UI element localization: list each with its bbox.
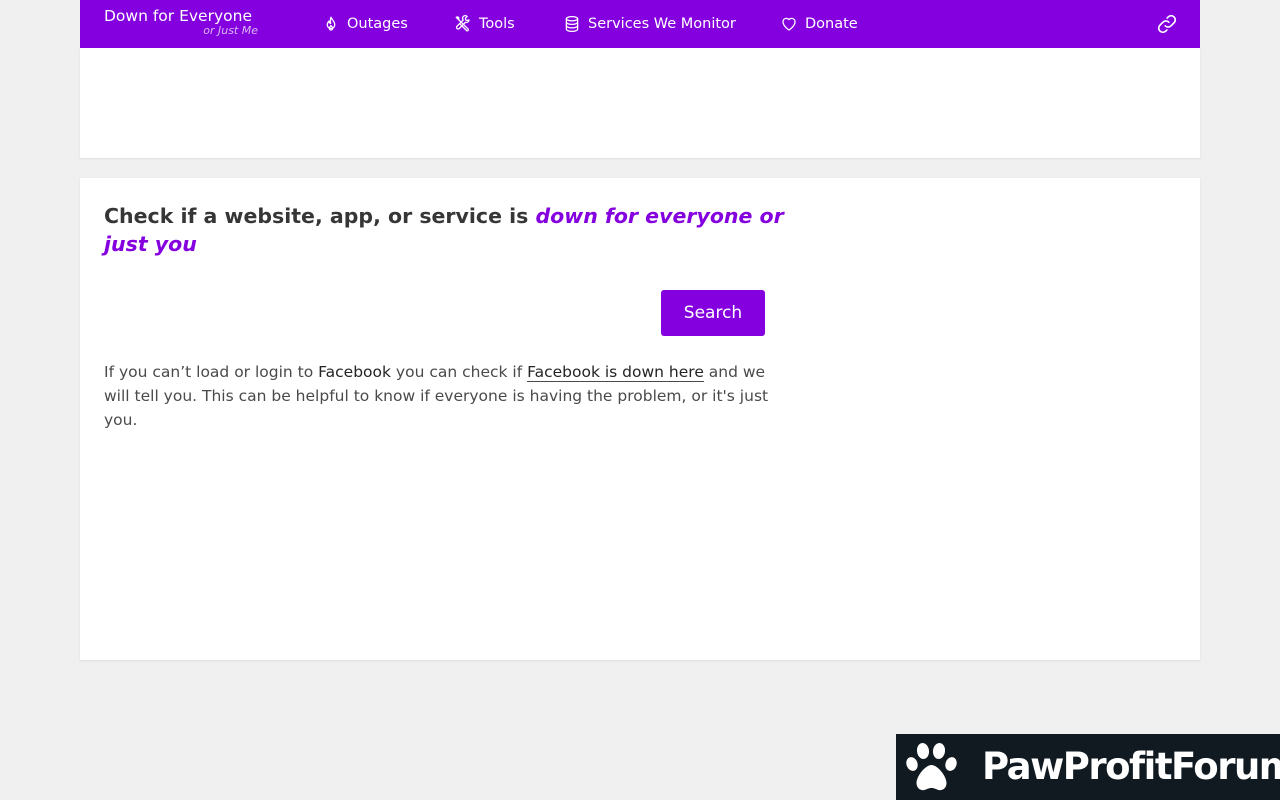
nav-item-label: Tools <box>479 16 515 32</box>
flame-icon <box>326 16 336 31</box>
brand-subtitle: or Just Me <box>203 23 258 37</box>
nav-item-services[interactable]: Services We Monitor <box>563 0 736 48</box>
link-icon <box>1157 14 1177 34</box>
nav-item-donate[interactable]: Donate <box>780 0 858 48</box>
brand-title: Down for Everyone <box>104 7 252 25</box>
top-navbar: Down for Everyone or Just Me Outages Too… <box>80 0 1200 48</box>
heart-icon <box>782 17 796 31</box>
description-part-2: you can check if <box>391 363 528 381</box>
search-input[interactable] <box>104 290 649 334</box>
page-container: Down for Everyone or Just Me Outages Too… <box>80 0 1200 660</box>
nav-item-label: Donate <box>805 16 858 32</box>
brand-logo[interactable]: Down for Everyone or Just Me <box>104 7 258 37</box>
nav-item-label: Services We Monitor <box>588 16 736 32</box>
page-title: Check if a website, app, or service is d… <box>104 202 784 258</box>
tools-icon <box>455 15 470 32</box>
nav-item-outages[interactable]: Outages <box>322 0 408 48</box>
search-card: Check if a website, app, or service is d… <box>80 178 1200 660</box>
database-icon <box>565 16 579 32</box>
share-link-button[interactable] <box>1156 13 1178 35</box>
heading-prefix: Check if a website, app, or service is <box>104 204 536 228</box>
nav-item-label: Outages <box>347 16 408 32</box>
facebook-link[interactable]: Facebook <box>318 363 391 381</box>
banner-text: PawProfitForum <box>982 745 1280 788</box>
paw-icon <box>906 743 957 791</box>
description-text: If you can’t load or login to Facebook y… <box>104 360 774 432</box>
search-button[interactable]: Search <box>661 290 765 336</box>
pawprofit-banner[interactable]: PawProfitForum <box>896 734 1280 800</box>
nav-item-tools[interactable]: Tools <box>454 0 515 48</box>
facebook-status-link[interactable]: Facebook is down here <box>527 363 704 382</box>
ad-placeholder <box>80 48 1200 158</box>
description-part-1: If you can’t load or login to <box>104 363 319 381</box>
